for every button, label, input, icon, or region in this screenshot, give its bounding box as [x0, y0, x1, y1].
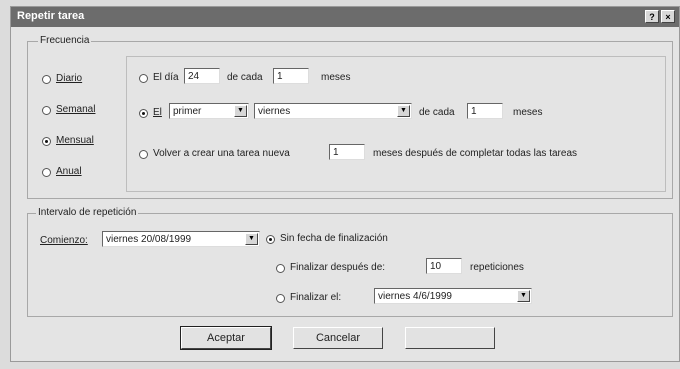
occurrences-input[interactable]: 10: [426, 258, 462, 274]
radio-weekly-label: Semanal: [56, 104, 96, 115]
every-months-input[interactable]: 1: [273, 68, 309, 84]
every-months-input-2[interactable]: 1: [467, 103, 503, 119]
regenerate-input[interactable]: 1: [329, 144, 365, 160]
weekday-value: viernes: [258, 106, 291, 117]
frequency-group: Frecuencia Diario Semanal Mensual Anual …: [27, 35, 673, 199]
help-button[interactable]: ?: [645, 10, 659, 23]
end-date-select[interactable]: viernes 4/6/1999 ▼: [374, 288, 532, 304]
ordinal-value: primer: [173, 106, 202, 117]
radio-regenerate[interactable]: [139, 150, 148, 159]
radio-end-after[interactable]: [276, 264, 285, 273]
dialog-title: Repetir tarea: [17, 10, 85, 22]
radio-end-by[interactable]: [276, 294, 285, 303]
radio-monthly[interactable]: [42, 137, 51, 146]
range-group: Intervalo de repetición Comienzo: vierne…: [27, 207, 673, 317]
close-button[interactable]: ×: [661, 10, 675, 23]
radio-daily-label: Diario: [56, 73, 83, 84]
every-label: de cada: [227, 72, 263, 83]
regenerate-label: Volver a crear una tarea nueva: [153, 148, 290, 159]
radio-nth-weekday[interactable]: [139, 109, 148, 118]
radio-yearly-label: Anual: [56, 166, 82, 177]
months-label-2: meses: [513, 107, 543, 118]
radio-daily[interactable]: [42, 75, 51, 84]
remove-recurrence-button[interactable]: [405, 327, 495, 349]
frequency-group-label: Frecuencia: [38, 35, 92, 46]
regenerate-suffix: meses después de completar todas las tar…: [373, 148, 577, 159]
cancel-button[interactable]: Cancelar: [293, 327, 383, 349]
chevron-down-icon[interactable]: ▼: [397, 105, 410, 117]
monthly-pattern-panel: El día 24 de cada 1 meses El primer ▼ vi…: [126, 56, 666, 192]
chevron-down-icon[interactable]: ▼: [234, 105, 247, 117]
start-date-value: viernes 20/08/1999: [106, 234, 192, 245]
radio-weekly[interactable]: [42, 106, 51, 115]
day-input[interactable]: 24: [184, 68, 220, 84]
ok-button[interactable]: Aceptar: [180, 326, 272, 350]
end-after-label: Finalizar después de:: [290, 262, 386, 273]
ordinal-select[interactable]: primer ▼: [169, 103, 249, 119]
end-by-label: Finalizar el:: [290, 292, 342, 303]
radio-day-of-month[interactable]: [139, 74, 148, 83]
the-label: El: [153, 107, 162, 118]
occurrences-label: repeticiones: [470, 262, 524, 273]
radio-no-end-date[interactable]: [266, 235, 275, 244]
range-group-label: Intervalo de repetición: [36, 207, 139, 218]
chevron-down-icon[interactable]: ▼: [517, 290, 530, 302]
title-bar: Repetir tarea ? ×: [11, 7, 679, 27]
start-label: Comienzo:: [40, 235, 88, 246]
day-label: El día: [153, 72, 179, 83]
radio-monthly-label: Mensual: [56, 135, 94, 146]
no-end-date-label: Sin fecha de finalización: [280, 233, 388, 244]
months-label: meses: [321, 72, 351, 83]
radio-yearly[interactable]: [42, 168, 51, 177]
repeat-task-dialog: Repetir tarea ? × Frecuencia Diario Sema…: [10, 6, 680, 362]
end-date-value: viernes 4/6/1999: [378, 291, 452, 302]
chevron-down-icon[interactable]: ▼: [245, 233, 258, 245]
weekday-select[interactable]: viernes ▼: [254, 103, 412, 119]
every-label-2: de cada: [419, 107, 455, 118]
start-date-select[interactable]: viernes 20/08/1999 ▼: [102, 231, 260, 247]
